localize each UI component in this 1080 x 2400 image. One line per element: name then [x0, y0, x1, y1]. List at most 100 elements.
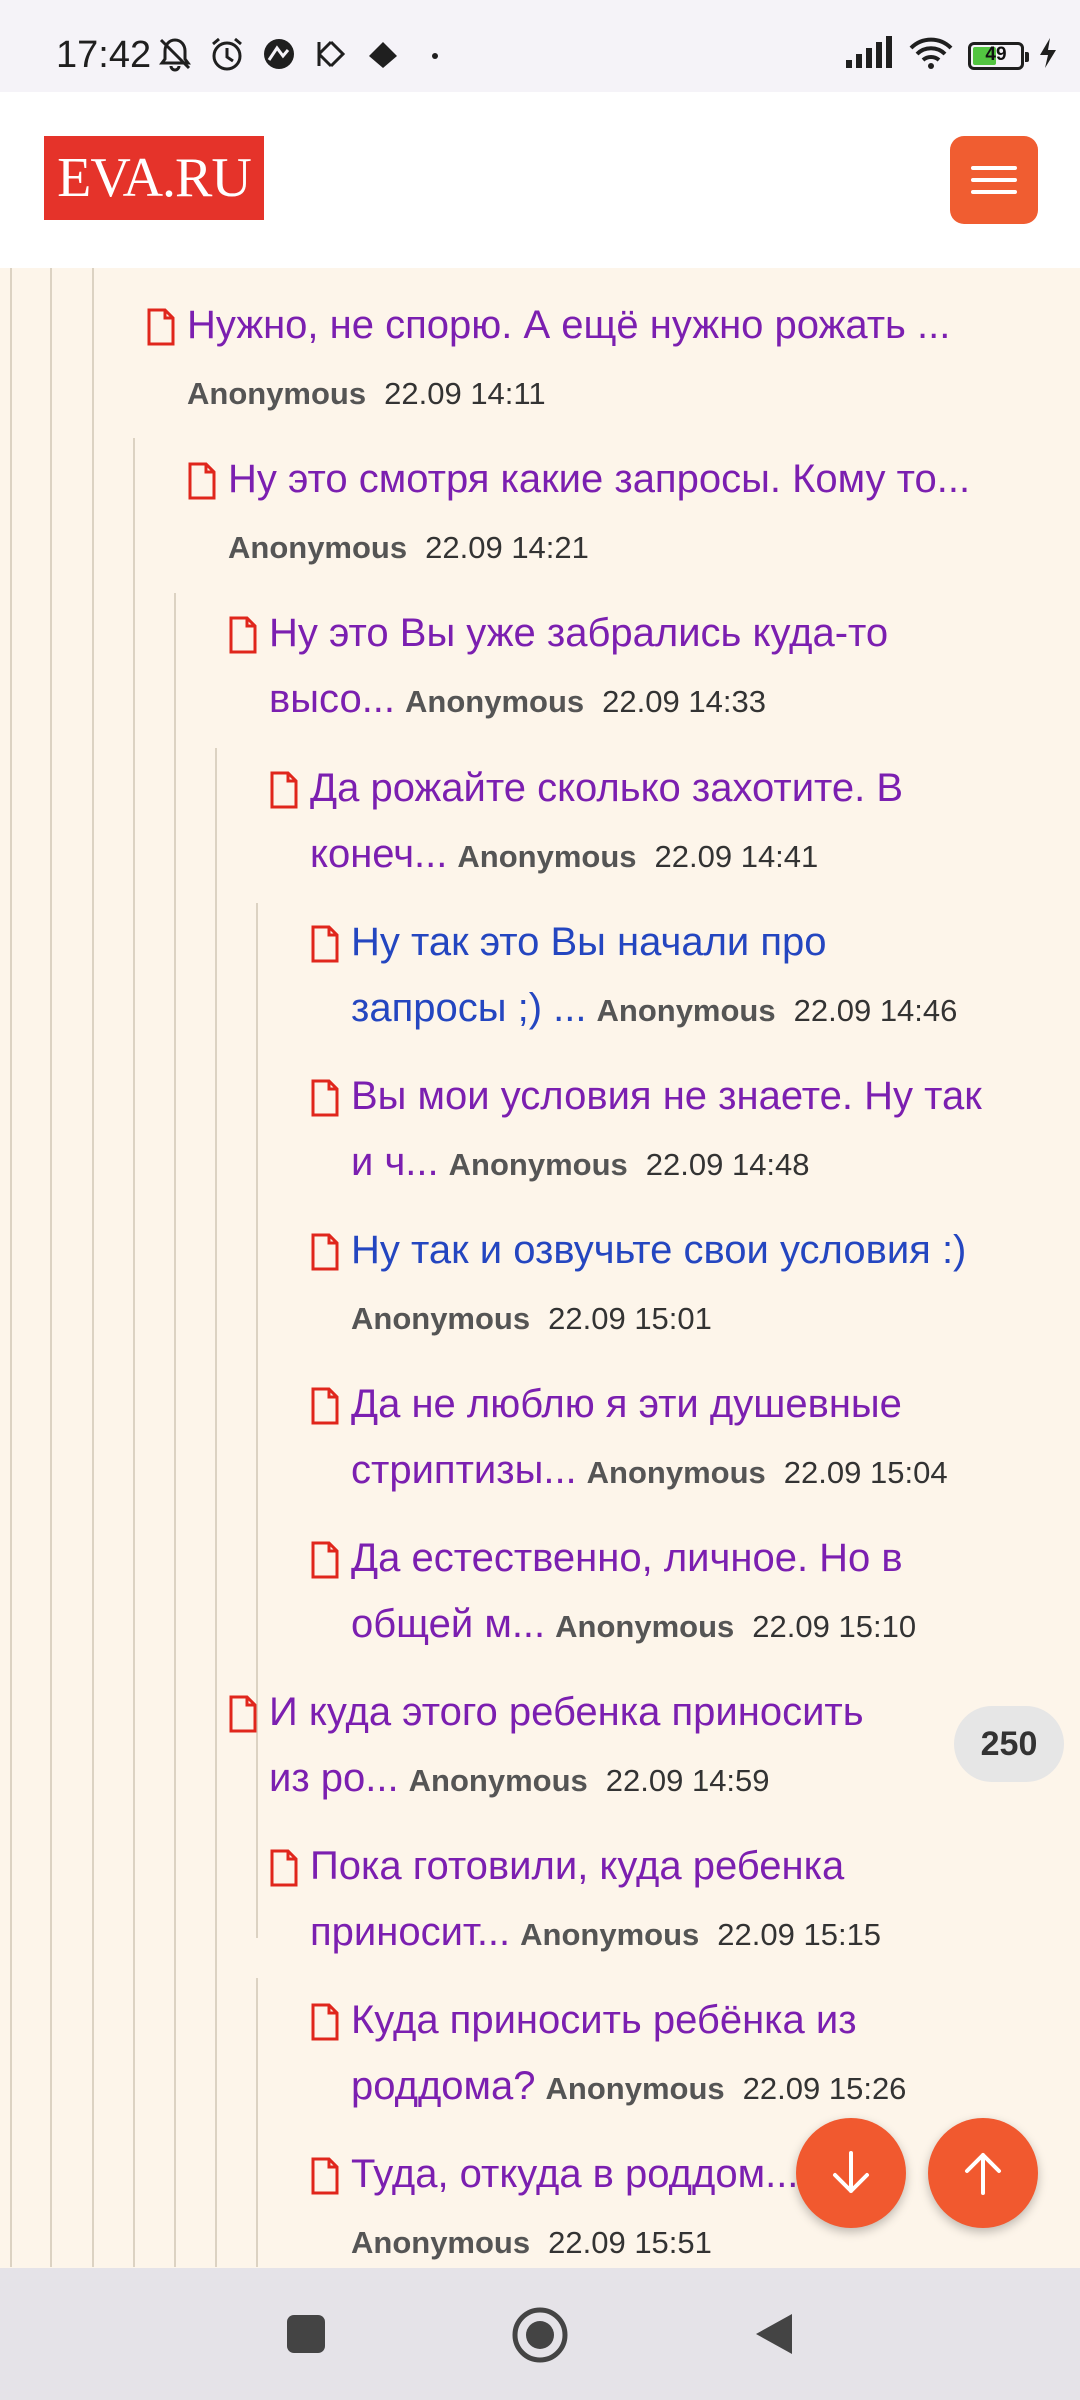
comment-title-cont[interactable]: из ро... [269, 1756, 399, 1800]
comment-author: Anonymous [586, 1455, 766, 1490]
comment-title[interactable]: Ну это смотря какие запросы. Кому то... [228, 457, 970, 501]
wifi-icon [908, 36, 954, 75]
comment-author: Anonymous [187, 376, 367, 411]
comment-author: Anonymous [520, 1917, 700, 1952]
comment-author: Anonymous [457, 839, 637, 874]
comment-date: 22.09 15:01 [548, 1301, 712, 1336]
comment-date: 22.09 14:11 [384, 376, 546, 411]
site-logo[interactable]: EVA.RU [44, 136, 264, 220]
comment-item[interactable]: Ну так это Вы начали про запросы ;) ... A… [311, 909, 1071, 1044]
comment-author: Anonymous [408, 1763, 588, 1798]
document-icon [270, 771, 298, 809]
thread-guide-line [92, 268, 94, 2267]
scroll-down-button[interactable] [796, 2118, 906, 2228]
document-icon [147, 308, 175, 346]
scroll-up-button[interactable] [928, 2118, 1038, 2228]
document-icon [229, 1695, 257, 1733]
signal-icon [844, 36, 894, 75]
comment-author: Anonymous [405, 684, 585, 719]
comment-title[interactable]: Пока готовили, куда ребенка [310, 1833, 1050, 1899]
battery-icon: 49 [968, 41, 1029, 70]
comment-item[interactable]: Ну это Вы уже забрались куда-то высо... A… [229, 600, 1069, 735]
alarm-icon [207, 34, 247, 74]
document-icon [188, 462, 216, 500]
comment-title[interactable]: Ну так это Вы начали про [351, 909, 1071, 975]
comment-title-cont[interactable]: и ч... [351, 1140, 439, 1184]
back-triangle-icon [756, 2314, 792, 2354]
comment-title-cont[interactable]: запросы ;) ... [351, 986, 587, 1030]
comment-item[interactable]: Да рожайте сколько захотите. В конеч... A… [270, 755, 1070, 890]
app-icon [311, 34, 351, 74]
comment-date: 22.09 15:10 [752, 1609, 917, 1644]
home-button[interactable] [511, 2306, 569, 2369]
system-nav-bar [0, 2268, 1080, 2400]
thread-guide-line [215, 1823, 217, 2267]
thread-guide-line [215, 748, 217, 1938]
comment-title-cont[interactable]: роддома? [351, 2064, 536, 2108]
reply-count-badge[interactable]: 250 [954, 1706, 1064, 1782]
comment-author: Anonymous [555, 1609, 735, 1644]
thread-guide-line [10, 268, 12, 2267]
status-system-icons: 49 [844, 36, 1058, 75]
comment-item[interactable]: Ну это смотря какие запросы. Кому то... … [188, 446, 1073, 581]
document-icon [229, 616, 257, 654]
comment-date: 22.09 14:59 [605, 1763, 770, 1798]
recents-button[interactable] [284, 2312, 328, 2361]
comment-title[interactable]: Да рожайте сколько захотите. В [310, 755, 1070, 821]
comment-date: 22.09 14:46 [793, 993, 958, 1028]
comment-date: 22.09 14:41 [654, 839, 819, 874]
status-time: 17:42 [56, 34, 152, 76]
comment-title-cont[interactable]: стриптизы... [351, 1448, 577, 1492]
comment-item[interactable]: Нужно, не спорю. А ещё нужно рожать ... … [147, 292, 1067, 427]
battery-level: 49 [985, 43, 1007, 65]
back-button[interactable] [752, 2310, 796, 2363]
document-icon [270, 1849, 298, 1887]
comment-title-cont[interactable]: общей м... [351, 1602, 545, 1646]
document-icon [311, 1079, 339, 1117]
thread-guide-line [174, 593, 176, 2267]
document-icon [311, 2003, 339, 2041]
comment-title[interactable]: И куда этого ребенка приносить [269, 1679, 949, 1745]
app-icon [363, 34, 403, 74]
comment-item[interactable]: Да естественно, личное. Но в общей м... A… [311, 1525, 1071, 1660]
comment-date: 22.09 15:15 [717, 1917, 882, 1952]
comment-item[interactable]: Вы мои условия не знаете. Ну так и ч... A… [311, 1063, 1071, 1198]
comment-title-cont[interactable]: приносит... [310, 1910, 510, 1954]
hamburger-icon [971, 166, 1017, 170]
comment-author: Anonymous [228, 530, 408, 565]
comment-title[interactable]: Да не люблю я эти душевные [351, 1371, 1071, 1437]
comment-date: 22.09 15:04 [783, 1455, 948, 1490]
comment-date: 22.09 14:33 [602, 684, 766, 719]
document-icon [311, 925, 339, 963]
menu-button[interactable] [950, 136, 1038, 224]
home-circle-icon [512, 2307, 568, 2363]
comment-thread: Нужно, не спорю. А ещё нужно рожать ... … [0, 268, 1080, 2267]
arrow-down-icon [833, 2151, 869, 2193]
comment-item[interactable]: Куда приносить ребёнка из роддома? Anonym… [311, 1987, 1071, 2122]
comment-date: 22.09 14:48 [645, 1147, 810, 1182]
comment-title-cont[interactable]: конеч... [310, 832, 447, 876]
comment-author: Anonymous [545, 2071, 725, 2106]
thread-guide-line [133, 438, 135, 2267]
comment-date: 22.09 15:26 [742, 2071, 907, 2106]
comment-title[interactable]: Нужно, не спорю. А ещё нужно рожать ... [187, 303, 950, 347]
comment-author: Anonymous [596, 993, 776, 1028]
status-bar: 17:42 49 [0, 0, 1080, 92]
comment-item[interactable]: Да не люблю я эти душевные стриптизы... A… [311, 1371, 1071, 1506]
comment-item[interactable]: Пока готовили, куда ребенка приносит... A… [270, 1833, 1050, 1968]
comment-item[interactable]: И куда этого ребенка приносить из ро... A… [229, 1679, 949, 1814]
comment-title[interactable]: Да естественно, личное. Но в [351, 1525, 1071, 1591]
document-icon [311, 2157, 339, 2195]
document-icon [311, 1387, 339, 1425]
thread-guide-line [256, 1978, 258, 2267]
comment-title-cont[interactable]: высо... [269, 677, 395, 721]
arrow-up-icon [965, 2153, 1001, 2195]
status-notification-icons [155, 34, 455, 74]
comment-item[interactable]: Ну так и озвучьте свои условия :) Anonym… [311, 1217, 1071, 1352]
comment-title[interactable]: Ну это Вы уже забрались куда-то [269, 600, 1069, 666]
comment-title[interactable]: Вы мои условия не знаете. Ну так [351, 1063, 1071, 1129]
thread-guide-line [256, 903, 258, 1938]
comment-title[interactable]: Куда приносить ребёнка из [351, 1987, 1071, 2053]
comment-title[interactable]: Ну так и озвучьте свои условия :) [351, 1217, 1071, 1283]
dot-icon [415, 34, 455, 74]
